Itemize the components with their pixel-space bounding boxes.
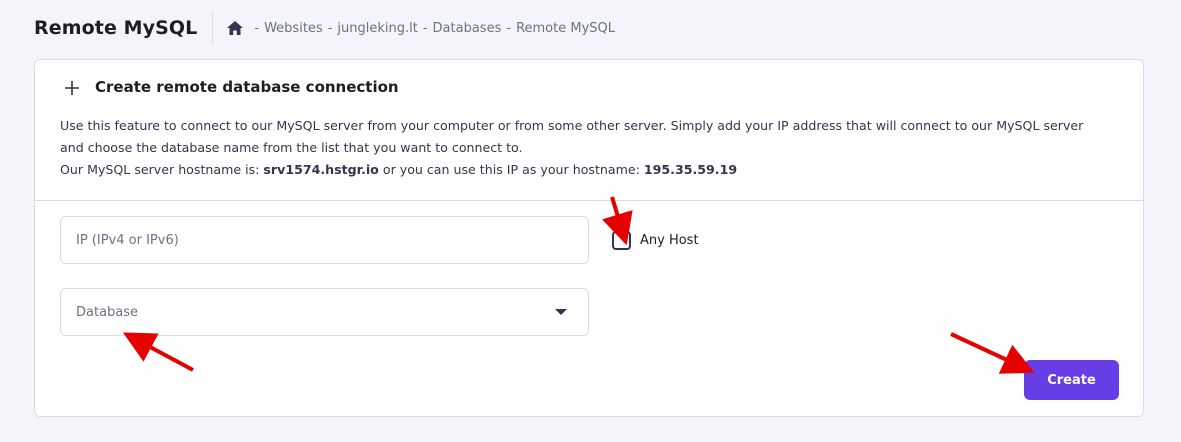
description-line: and choose the database name from the li… xyxy=(60,140,523,155)
description-line: Use this feature to connect to our MySQL… xyxy=(60,118,1084,133)
hostname-value: srv1574.hstgr.io xyxy=(263,162,379,177)
create-connection-card: Create remote database connection Use th… xyxy=(34,59,1144,417)
card-description: Use this feature to connect to our MySQL… xyxy=(60,115,1130,181)
any-host-option[interactable]: Any Host xyxy=(612,231,699,250)
hostname-ip: 195.35.59.19 xyxy=(643,162,738,177)
breadcrumb-separator: - xyxy=(506,20,512,36)
hostname-middle: or you can use this IP as your hostname: xyxy=(382,162,640,177)
ip-input-placeholder: IP (IPv4 or IPv6) xyxy=(76,232,179,248)
any-host-checkbox[interactable] xyxy=(612,231,631,250)
breadcrumb-separator: - xyxy=(254,20,260,36)
ip-input[interactable]: IP (IPv4 or IPv6) xyxy=(60,216,589,264)
database-select-placeholder: Database xyxy=(76,304,139,320)
breadcrumb-item-databases[interactable]: Databases xyxy=(433,21,502,36)
hostname-prefix: Our MySQL server hostname is: xyxy=(60,162,260,177)
breadcrumb-separator: - xyxy=(422,20,428,36)
any-host-label[interactable]: Any Host xyxy=(640,233,699,248)
hostname-line: Our MySQL server hostname is: srv1574.hs… xyxy=(60,159,1130,181)
header-divider xyxy=(212,12,214,44)
breadcrumb-item-websites[interactable]: Websites xyxy=(264,21,323,36)
home-icon[interactable] xyxy=(227,21,244,35)
breadcrumb-separator: - xyxy=(327,20,333,36)
caret-down-icon[interactable] xyxy=(555,309,567,315)
breadcrumb-item-current: Remote MySQL xyxy=(516,20,615,36)
card-title: Create remote database connection xyxy=(95,78,399,96)
create-button[interactable]: Create xyxy=(1024,360,1119,400)
database-select[interactable]: Database xyxy=(60,288,589,336)
breadcrumb-item-domain[interactable]: jungleking.lt xyxy=(337,21,417,36)
breadcrumb: - Websites - jungleking.lt - Databases -… xyxy=(227,21,615,36)
page-header: Remote MySQL - Websites - jungleking.lt … xyxy=(34,12,615,44)
card-header: Create remote database connection Use th… xyxy=(35,60,1143,201)
plus-icon xyxy=(64,80,80,96)
page-title: Remote MySQL xyxy=(34,17,198,39)
